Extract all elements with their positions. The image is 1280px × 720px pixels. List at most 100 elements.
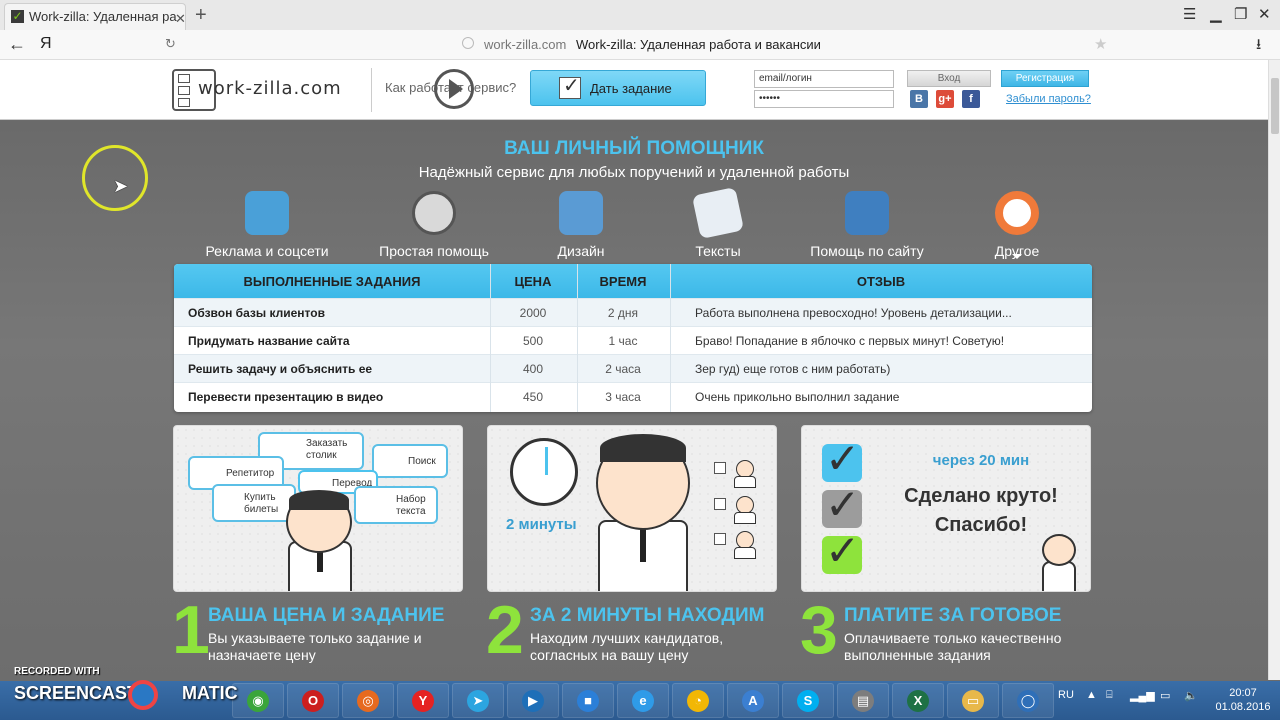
bookmark-star-icon[interactable]: ★ — [1094, 35, 1107, 53]
yandex-icon[interactable]: Я — [40, 35, 52, 53]
close-window-icon[interactable]: ✕ — [1258, 5, 1271, 23]
bubble-search: Поиск — [372, 444, 448, 478]
battery-icon[interactable]: ▭ — [1160, 689, 1170, 702]
google-plus-icon[interactable]: g+ — [936, 90, 954, 108]
url-host[interactable]: work-zilla.com — [484, 37, 566, 52]
task-time: 1 час — [608, 334, 638, 348]
taskbar-app-telegram[interactable]: ➤ — [452, 683, 504, 718]
column-header-review: ОТЗЫВ — [856, 274, 906, 289]
recorder-icon: ◯ — [1017, 690, 1039, 712]
category-simple-help[interactable]: Простая помощь — [359, 191, 509, 259]
check-green-icon — [822, 526, 862, 575]
task-price: 450 — [522, 390, 544, 404]
taskbar-app-firefox[interactable]: ◎ — [342, 683, 394, 718]
column-header-task: ВЫПОЛНЕННЫЕ ЗАДАНИЯ — [243, 274, 421, 289]
task-price: 400 — [522, 362, 544, 376]
password-field[interactable]: •••••• — [754, 90, 894, 108]
facebook-icon[interactable]: f — [962, 90, 980, 108]
taskbar-app-yandex-browser[interactable]: Y — [397, 683, 449, 718]
header-divider — [371, 68, 372, 112]
taskbar-app-recorder[interactable]: ◯ — [1002, 683, 1054, 718]
url-page-title[interactable]: Work-zilla: Удаленная работа и вакансии — [576, 37, 821, 52]
give-task-button[interactable]: Дать задание — [530, 70, 706, 106]
task-time: 2 дня — [607, 306, 639, 320]
tray-arrow-icon[interactable]: ▲ — [1086, 689, 1097, 701]
check-gray-icon — [822, 480, 862, 529]
logo-check-icon — [178, 86, 190, 95]
menu-icon[interactable]: ☰ — [1183, 5, 1196, 23]
task-review: Зер гуд) еще готов с ним работать) — [695, 362, 891, 376]
column-header-price: ЦЕНА — [514, 274, 552, 289]
person-head — [1042, 534, 1076, 566]
category-other[interactable]: Другое — [942, 191, 1092, 259]
candidate-checkbox — [714, 533, 726, 545]
taskbar-app-chart-app[interactable]: ◔ — [672, 683, 724, 718]
email-field[interactable]: email/логин — [754, 70, 894, 88]
new-tab-icon[interactable]: + — [195, 4, 207, 27]
language-indicator[interactable]: RU — [1058, 689, 1074, 701]
taskbar-app-presentation[interactable]: ▤ — [837, 683, 889, 718]
taskbar-app-chrome[interactable]: ◉ — [232, 683, 284, 718]
address-bar: ← Я ↻ work-zilla.com Work-zilla: Удаленн… — [0, 30, 1280, 60]
step-1-title: ВАША ЦЕНА И ЗАДАНИЕ — [208, 605, 445, 626]
category-label: Простая помощь — [379, 243, 489, 259]
taskbar-app-file-explorer[interactable]: ▭ — [947, 683, 999, 718]
category-texts[interactable]: Тексты — [643, 186, 793, 259]
stopwatch-icon — [510, 438, 578, 506]
task-price: 500 — [522, 334, 544, 348]
tab-title: Work-zilla: Удаленная ра — [29, 9, 177, 24]
clock-date: 01.08.2016 — [1215, 701, 1271, 713]
volume-icon[interactable]: 🔈 — [1184, 689, 1198, 702]
site-favicon-icon: ✓ — [11, 9, 24, 23]
reload-icon[interactable]: ↻ — [165, 36, 176, 52]
taskbar-app-media-player[interactable]: ▶ — [507, 683, 559, 718]
tab-close-icon[interactable]: ✕ — [175, 11, 185, 27]
bubble-typing: Набор текста — [354, 486, 438, 524]
category-ads-social[interactable]: Реклама и соцсети — [192, 191, 342, 259]
category-website-help[interactable]: Помощь по сайту — [792, 191, 942, 259]
minimize-icon[interactable]: ▁ — [1210, 5, 1222, 23]
page-scrollbar[interactable] — [1268, 60, 1280, 680]
taskbar-clock[interactable]: 20:07 01.08.2016 — [1208, 686, 1278, 714]
site-header: work-zilla.com Как работает сервис? Дать… — [0, 60, 1268, 120]
register-button[interactable]: Регистрация — [1001, 70, 1089, 87]
skype-icon: S — [797, 690, 819, 712]
taskbar-app-store[interactable]: ■ — [562, 683, 614, 718]
task-review: Работа выполнена превосходно! Уровень де… — [695, 306, 1012, 320]
vk-icon[interactable]: B — [910, 90, 928, 108]
in-20-min-label: через 20 мин — [932, 452, 1030, 469]
browser-tab[interactable]: ✓ Work-zilla: Удаленная ра ✕ — [4, 3, 186, 30]
taskbar-app-excel[interactable]: X — [892, 683, 944, 718]
scrollbar-thumb[interactable] — [1271, 78, 1279, 134]
task-name: Придумать название сайта — [188, 334, 350, 348]
task-review: Браво! Попадание в яблочко с первых мину… — [695, 334, 1005, 348]
wifi-signal-icon[interactable]: ▂▄▆ — [1130, 689, 1155, 702]
logo-text[interactable]: work-zilla.com — [198, 78, 342, 99]
step-2-title: ЗА 2 МИНУТЫ НАХОДИМ — [530, 605, 765, 626]
play-triangle-icon — [449, 79, 463, 99]
taskbar-app-opera[interactable]: O — [287, 683, 339, 718]
back-arrow-icon[interactable]: ← — [8, 34, 26, 55]
candidate-checkbox — [714, 498, 726, 510]
taskbar-app-font-app[interactable]: A — [727, 683, 779, 718]
download-icon[interactable]: ⭳ — [1256, 34, 1261, 59]
task-name: Обзвон базы клиентов — [188, 306, 325, 320]
network-icon[interactable]: ⌸ — [1106, 689, 1113, 702]
step-1-illustration: Заказать столик Репетитор Поиск Перевод … — [173, 425, 463, 592]
selected-caret-icon — [1012, 254, 1022, 259]
site-info-icon[interactable] — [462, 37, 474, 49]
hero-section: ВАШ ЛИЧНЫЙ ПОМОЩНИК Надёжный сервис для … — [0, 121, 1268, 681]
step-1-number: 1 — [172, 592, 210, 668]
forgot-password-link[interactable]: Забыли пароль? — [1006, 93, 1091, 105]
step-1-text: Вы указываете только задание и назначает… — [208, 630, 422, 663]
taskbar-app-skype[interactable]: S — [782, 683, 834, 718]
category-design[interactable]: Дизайн — [506, 191, 656, 259]
design-icon — [559, 191, 603, 235]
table-row: Придумать название сайта 500 1 час Браво… — [174, 326, 1092, 354]
restore-icon[interactable]: ❐ — [1234, 5, 1247, 23]
opera-icon: O — [302, 690, 324, 712]
login-button[interactable]: Вход — [907, 70, 991, 87]
taskbar-app-internet-explorer[interactable]: e — [617, 683, 669, 718]
hero-subtitle: Надёжный сервис для любых поручений и уд… — [418, 164, 850, 181]
candidate-body — [734, 547, 756, 559]
